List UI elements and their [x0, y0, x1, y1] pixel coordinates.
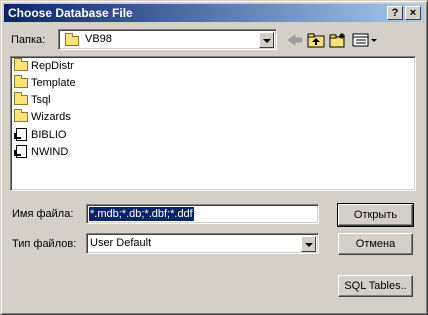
open-button[interactable]: Открыть: [337, 203, 414, 227]
cancel-button-label: Отмена: [355, 238, 396, 250]
sql-tables-button[interactable]: SQL Tables..: [338, 275, 413, 297]
list-item-label: Wizards: [31, 111, 71, 124]
folder-icon: [14, 58, 28, 72]
folder-icon: [65, 33, 79, 46]
list-item[interactable]: BIBLIO: [14, 128, 66, 144]
cancel-button[interactable]: Отмена: [338, 233, 413, 255]
chevron-down-icon[interactable]: [301, 236, 316, 252]
list-item[interactable]: RepDistr: [14, 58, 74, 76]
file-list[interactable]: RepDistr Template Tsql Wizards BIBLIO NWIND: [10, 56, 416, 191]
open-button-label: Открыть: [353, 209, 398, 221]
view-menu-icon[interactable]: [352, 32, 378, 48]
back-arrow-icon[interactable]: [286, 32, 304, 48]
up-folder-icon[interactable]: [307, 32, 325, 48]
list-item-label: Tsql: [31, 94, 51, 107]
shortcut-file-icon: [14, 145, 28, 158]
new-folder-icon[interactable]: [329, 32, 347, 48]
list-item-label: NWIND: [31, 145, 69, 158]
sql-tables-button-label: SQL Tables..: [344, 280, 407, 292]
list-item[interactable]: NWIND: [14, 145, 68, 161]
location-value: VB98: [85, 33, 112, 45]
window-title: Choose Database File: [8, 6, 133, 20]
list-item-label: Template: [31, 77, 76, 90]
chevron-down-icon[interactable]: [259, 32, 274, 48]
list-item-label: RepDistr: [31, 60, 74, 73]
close-button[interactable]: ×: [405, 6, 421, 20]
filename-input[interactable]: *.mdb;*.db;*.dbf;*.ddf: [86, 204, 319, 224]
title-bar[interactable]: Choose Database File ? ×: [4, 4, 424, 22]
dialog-window: Choose Database File ? × Папка: VB98 Rep…: [0, 0, 428, 315]
filename-label: Имя файла:: [12, 208, 74, 220]
shortcut-file-icon: [14, 128, 28, 141]
list-item[interactable]: Wizards: [14, 109, 71, 127]
folder-icon: [14, 109, 28, 123]
filetype-label: Тип файлов:: [12, 238, 77, 250]
help-button[interactable]: ?: [387, 6, 403, 20]
list-item[interactable]: Template: [14, 75, 76, 93]
filetype-value: User Default: [90, 237, 152, 249]
location-label: Папка:: [11, 34, 46, 46]
filetype-dropdown[interactable]: User Default: [86, 233, 319, 254]
list-item-label: BIBLIO: [31, 128, 67, 141]
filename-value: *.mdb;*.db;*.dbf;*.ddf: [89, 207, 194, 221]
list-item[interactable]: Tsql: [14, 92, 51, 110]
location-dropdown[interactable]: VB98: [58, 29, 277, 50]
folder-icon: [14, 92, 28, 106]
folder-icon: [14, 75, 28, 89]
